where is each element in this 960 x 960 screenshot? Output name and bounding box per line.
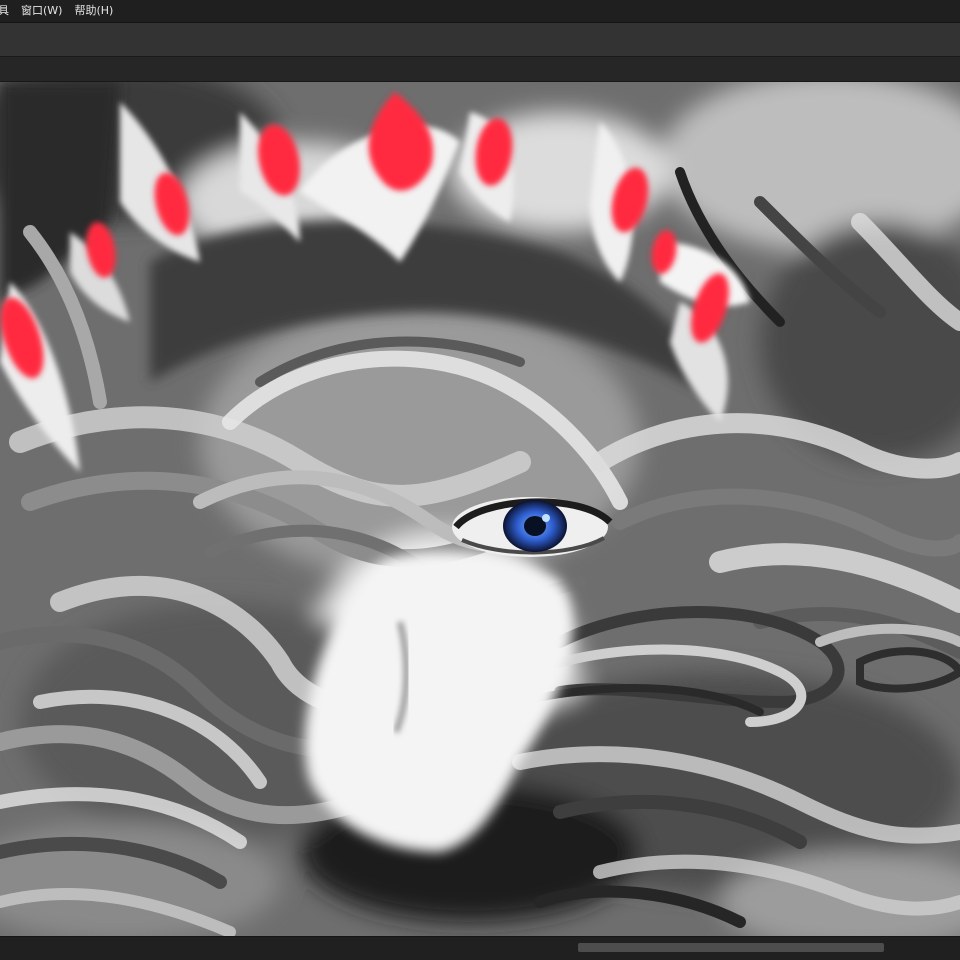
- horizontal-scrollbar[interactable]: [0, 936, 960, 960]
- artwork: [0, 82, 960, 936]
- scrollbar-thumb[interactable]: [578, 943, 884, 952]
- menu-window[interactable]: 窗口(W): [15, 0, 68, 22]
- options-toolbar: [0, 23, 960, 57]
- menu-tools[interactable]: 具: [0, 0, 15, 22]
- document-tab-bar: [0, 57, 960, 82]
- app-window: 具 窗口(W) 帮助(H): [0, 0, 960, 960]
- menu-bar: 具 窗口(W) 帮助(H): [0, 0, 960, 23]
- drawing-canvas[interactable]: [0, 82, 960, 936]
- menu-help[interactable]: 帮助(H): [68, 0, 119, 22]
